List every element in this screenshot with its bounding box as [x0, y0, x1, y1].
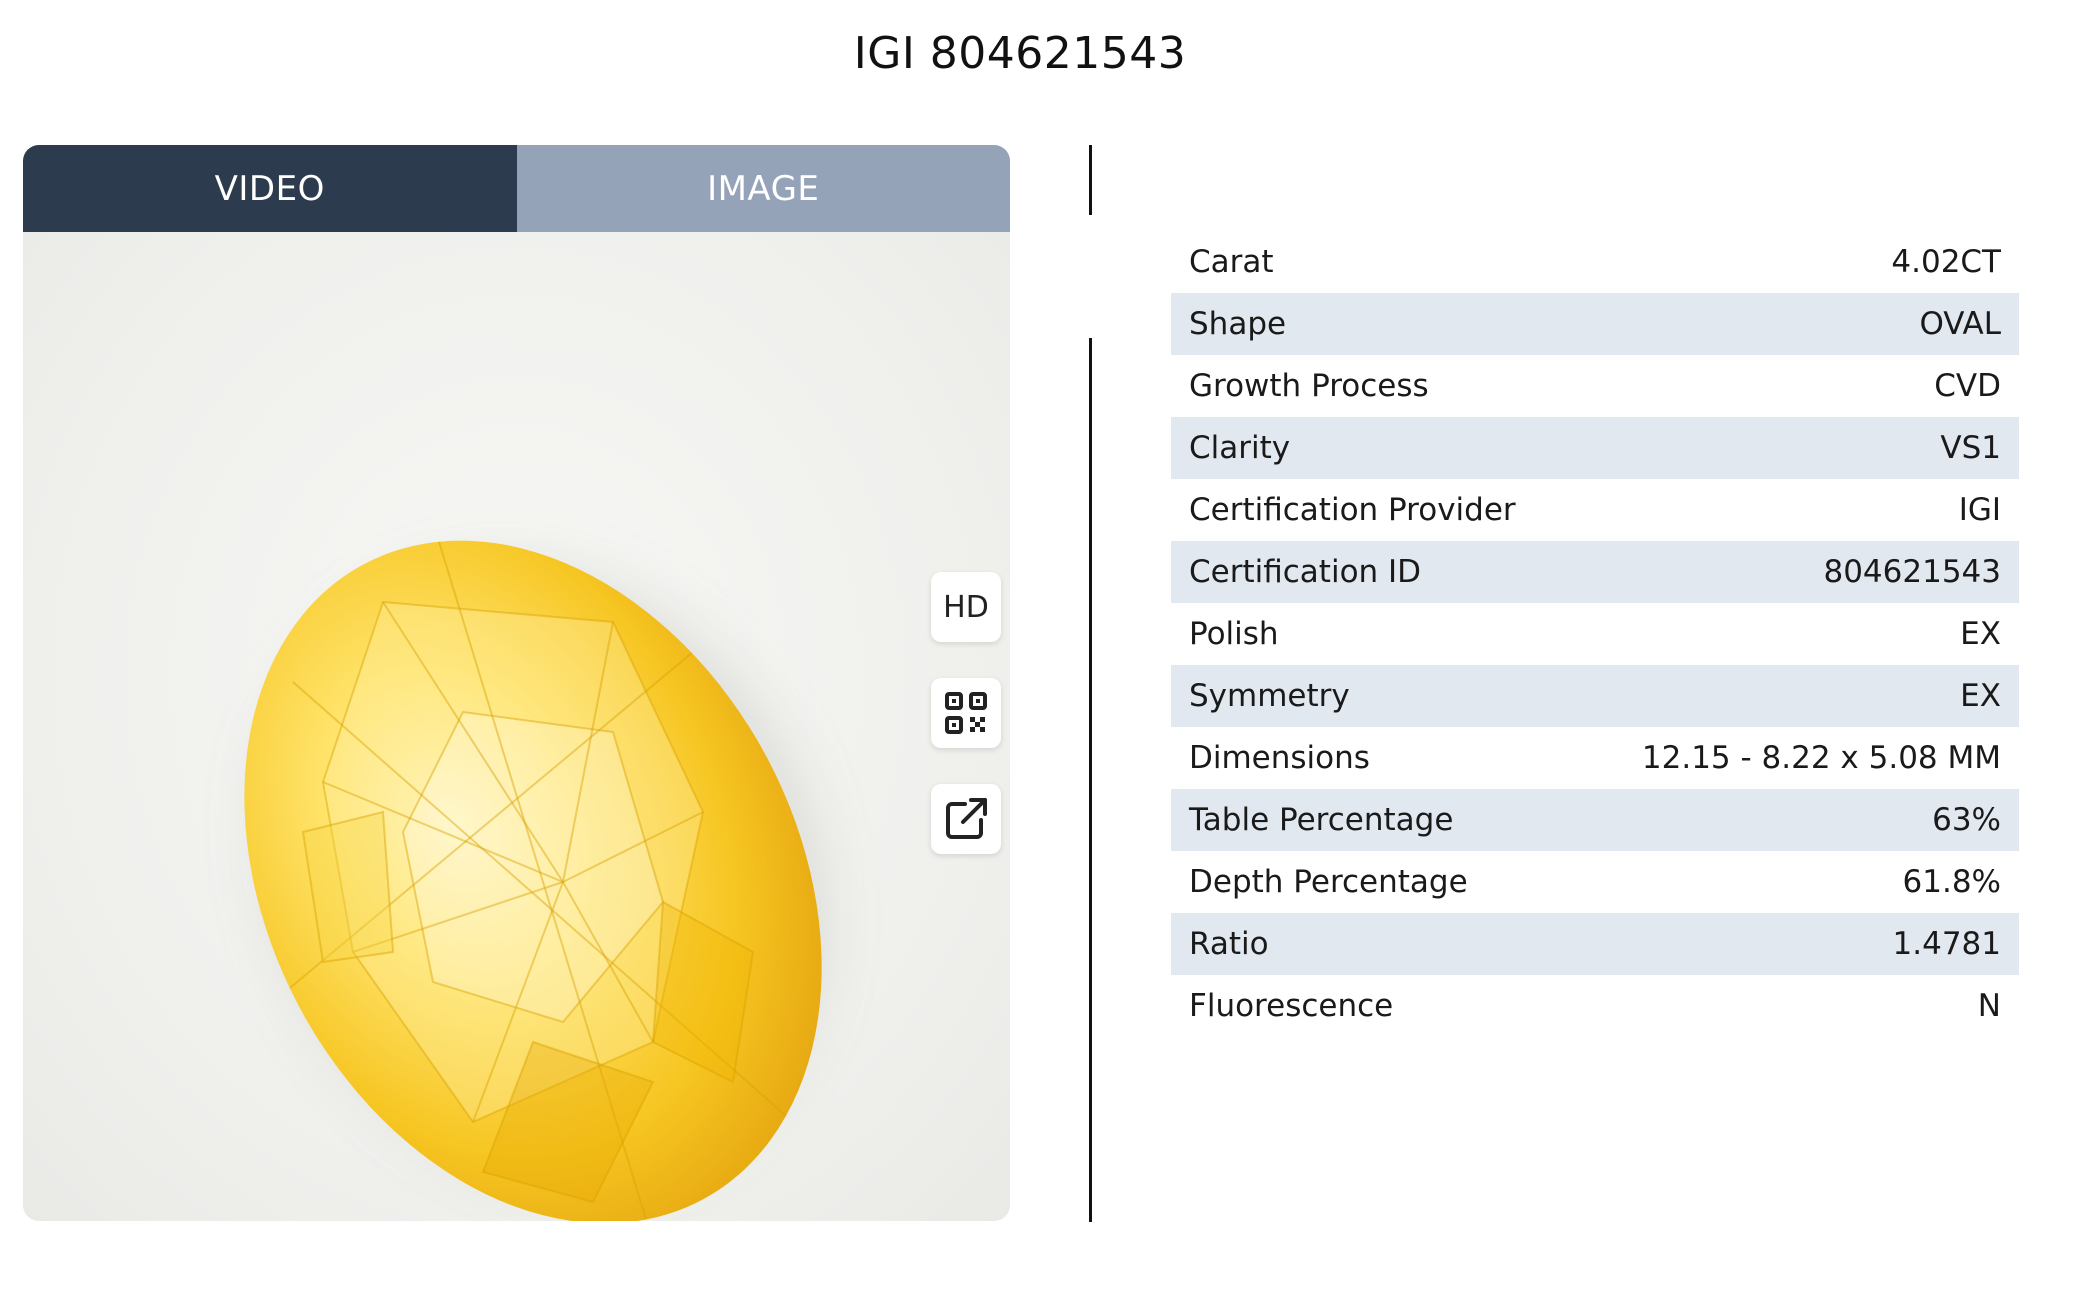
spec-row-polish: Polish EX — [1171, 603, 2019, 665]
spec-label: Fluorescence — [1189, 988, 1394, 1024]
qr-code-button[interactable] — [931, 678, 1001, 748]
spec-row-clarity: Clarity VS1 — [1171, 417, 2019, 479]
spec-label: Clarity — [1189, 430, 1291, 466]
spec-label: Certification Provider — [1189, 492, 1516, 528]
hd-button[interactable]: HD — [931, 572, 1001, 642]
vertical-divider-top — [1089, 145, 1092, 215]
spec-label: Table Percentage — [1189, 802, 1454, 838]
tab-video[interactable]: VIDEO — [23, 145, 517, 232]
spec-label: Growth Process — [1189, 368, 1429, 404]
external-link-icon — [946, 798, 987, 839]
spec-row-carat: Carat 4.02CT — [1171, 231, 2019, 293]
spec-value: IGI — [1958, 492, 2001, 528]
spec-label: Ratio — [1189, 926, 1269, 962]
spec-label: Shape — [1189, 306, 1287, 342]
spec-value: 12.15 - 8.22 x 5.08 MM — [1641, 740, 2001, 776]
spec-row-fluorescence: Fluorescence N — [1171, 975, 2019, 1037]
spec-value: 61.8% — [1902, 864, 2001, 900]
spec-value: 1.4781 — [1892, 926, 2001, 962]
spec-value: EX — [1960, 616, 2001, 652]
spec-label: Depth Percentage — [1189, 864, 1468, 900]
spec-value: 804621543 — [1823, 554, 2001, 590]
spec-row-ratio: Ratio 1.4781 — [1171, 913, 2019, 975]
spec-label: Polish — [1189, 616, 1279, 652]
spec-row-dimensions: Dimensions 12.15 - 8.22 x 5.08 MM — [1171, 727, 2019, 789]
spec-row-table-percentage: Table Percentage 63% — [1171, 789, 2019, 851]
qr-code-icon — [945, 692, 987, 734]
spec-row-certification-provider: Certification Provider IGI — [1171, 479, 2019, 541]
specs-table: Carat 4.02CT Shape OVAL Growth Process C… — [1171, 231, 2019, 1037]
media-viewer: VIDEO IMAGE HD — [23, 145, 1010, 1221]
spec-label: Dimensions — [1189, 740, 1370, 776]
spec-label: Symmetry — [1189, 678, 1350, 714]
spec-value: OVAL — [1919, 306, 2001, 342]
spec-row-certification-id: Certification ID 804621543 — [1171, 541, 2019, 603]
vertical-divider-bottom — [1089, 338, 1092, 1222]
open-external-button[interactable] — [931, 784, 1001, 854]
spec-value: CVD — [1934, 368, 2001, 404]
oval-yellow-diamond-image — [244, 521, 822, 1221]
page-title: IGI 804621543 — [853, 28, 1187, 79]
spec-value: VS1 — [1940, 430, 2001, 466]
spec-row-shape: Shape OVAL — [1171, 293, 2019, 355]
tab-image[interactable]: IMAGE — [516, 145, 1010, 232]
spec-row-growth-process: Growth Process CVD — [1171, 355, 2019, 417]
spec-value: EX — [1960, 678, 2001, 714]
spec-value: 4.02CT — [1891, 244, 2001, 280]
spec-value: N — [1977, 988, 2001, 1024]
diamond-video-frame[interactable]: HD — [23, 232, 1010, 1221]
spec-row-symmetry: Symmetry EX — [1171, 665, 2019, 727]
spec-row-depth-percentage: Depth Percentage 61.8% — [1171, 851, 2019, 913]
spec-label: Certification ID — [1189, 554, 1422, 590]
spec-label: Carat — [1189, 244, 1274, 280]
spec-value: 63% — [1932, 802, 2001, 838]
media-tabs: VIDEO IMAGE — [23, 145, 1010, 232]
